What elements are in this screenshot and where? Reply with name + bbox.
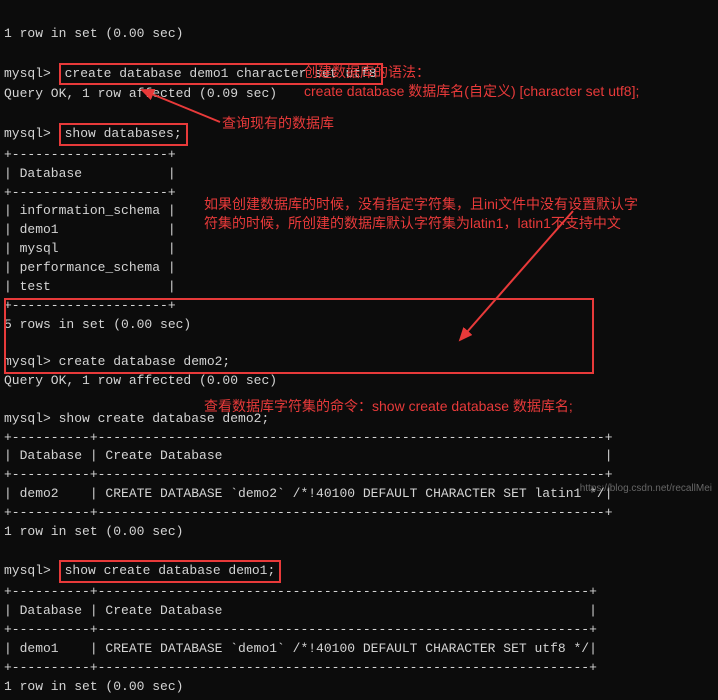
resp-row1a: 1 row in set (0.00 sec) — [4, 524, 183, 539]
row-in-set-0: 1 row in set (0.00 sec) — [4, 26, 183, 41]
cmd-show-dbs[interactable]: show databases; — [59, 123, 188, 146]
table-row: | test | — [4, 279, 176, 294]
table-row: | performance_schema | — [4, 260, 176, 275]
resp-demo2-ok: Query OK, 1 row affected (0.00 sec) — [4, 373, 277, 388]
table-row: | mysql | — [4, 241, 176, 256]
prompt: mysql> — [4, 66, 59, 81]
annotation-latin1: 如果创建数据库的时候，没有指定字符集，且ini文件中没有设置默认字 符集的时候，… — [204, 176, 638, 233]
annotation-show-dbs: 查询现有的数据库 — [222, 114, 334, 133]
tbl-sep: +--------------------+ — [4, 147, 176, 162]
tbl-sep: +----------+----------------------------… — [4, 584, 597, 599]
table-row: | demo1 | — [4, 222, 176, 237]
prompt: mysql> — [4, 126, 59, 141]
tbl-header: | Database | Create Database | — [4, 448, 613, 463]
cmd-show-create-demo1[interactable]: show create database demo1; — [59, 560, 282, 583]
watermark: https://blog.csdn.net/recallMei — [580, 482, 712, 497]
prompt: mysql> — [4, 563, 59, 578]
table-row: | information_schema | — [4, 203, 176, 218]
resp-utf8-ok: Query OK, 1 row affected (0.09 sec) — [4, 86, 277, 101]
tbl-sep: +----------+----------------------------… — [4, 430, 613, 445]
tbl-sep: +----------+----------------------------… — [4, 505, 613, 520]
annotation-create-syntax: 创建数据库的语法： create database 数据库名(自定义) [cha… — [304, 44, 639, 101]
tbl-sep: +----------+----------------------------… — [4, 660, 597, 675]
tbl-header: | Database | — [4, 166, 176, 181]
tbl-sep: +--------------------+ — [4, 185, 176, 200]
highlight-box-demo2-result — [4, 298, 594, 374]
table-row: | demo1 | CREATE DATABASE `demo1` /*!401… — [4, 641, 597, 656]
resp-row1b: 1 row in set (0.00 sec) — [4, 679, 183, 694]
tbl-sep: +----------+----------------------------… — [4, 622, 597, 637]
prompt: mysql> — [4, 411, 59, 426]
table-row: | demo2 | CREATE DATABASE `demo2` /*!401… — [4, 486, 613, 501]
tbl-sep: +----------+----------------------------… — [4, 467, 613, 482]
annotation-show-create: 查看数据库字符集的命令：show create database 数据库名; — [204, 397, 573, 416]
tbl-header: | Database | Create Database | — [4, 603, 597, 618]
